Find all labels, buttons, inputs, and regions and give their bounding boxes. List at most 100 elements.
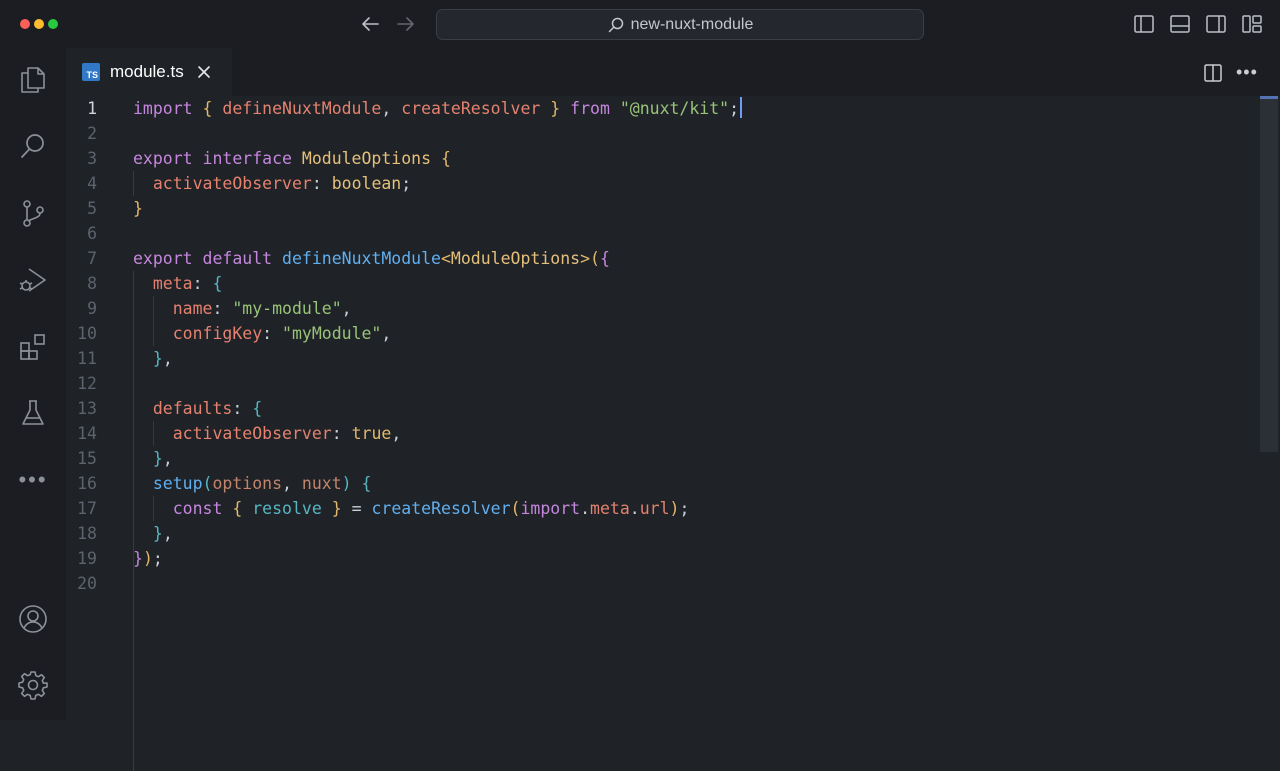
code-token: , [381, 99, 402, 118]
search-icon[interactable] [16, 129, 50, 163]
code-text: } [133, 196, 143, 221]
code-token: . [629, 499, 640, 518]
extensions-icon[interactable] [16, 330, 50, 364]
code-token: : [262, 324, 283, 343]
code-line[interactable]: 17 const { resolve } = createResolver(im… [66, 496, 1256, 521]
code-line[interactable]: 1 import { defineNuxtModule, createResolv… [66, 96, 1256, 121]
line-number: 18 [77, 524, 97, 543]
source-control-icon[interactable] [16, 196, 50, 230]
code-token: activateObserver [172, 424, 332, 443]
code-token: } [331, 499, 342, 518]
code-token: = [351, 499, 372, 518]
more-actions-icon[interactable]: ••• [1236, 62, 1258, 84]
run-debug-icon[interactable] [16, 263, 50, 297]
code-line[interactable]: 13 defaults: { [66, 396, 1256, 421]
accounts-icon[interactable] [16, 602, 50, 636]
code-line[interactable]: 10 configKey: "myModule", [66, 321, 1256, 346]
forward-arrow-icon[interactable] [394, 12, 418, 36]
code-line[interactable]: 6 [66, 221, 1256, 246]
code-token: : [311, 174, 332, 193]
typescript-file-icon: TS [82, 63, 100, 81]
minimize-window-button[interactable] [34, 19, 44, 29]
code-token: "myModule" [282, 324, 382, 343]
code-token: : [331, 424, 352, 443]
text-cursor [740, 97, 743, 118]
code-line[interactable]: 14 activateObserver: true, [66, 421, 1256, 446]
line-number: 3 [87, 149, 97, 168]
line-number: 11 [77, 349, 97, 368]
close-icon[interactable] [196, 64, 212, 80]
code-line[interactable]: 9 name: "my-module", [66, 296, 1256, 321]
code-line[interactable]: 2 [66, 121, 1256, 146]
code-token: default [202, 249, 273, 268]
back-arrow-icon[interactable] [358, 12, 382, 36]
toggle-panel-icon[interactable] [1169, 13, 1191, 35]
code-token: boolean [331, 174, 402, 193]
code-line[interactable]: 7 export default defineNuxtModule<ModuleO… [66, 246, 1256, 271]
code-line[interactable]: 12 [66, 371, 1256, 396]
code-token: { [212, 274, 223, 293]
manage-gear-icon[interactable] [16, 668, 50, 702]
code-editor[interactable]: 1 import { defineNuxtModule, createResolv… [66, 96, 1280, 771]
code-token: ( [202, 474, 213, 493]
close-window-button[interactable] [20, 19, 30, 29]
toggle-primary-sidebar-icon[interactable] [1133, 13, 1155, 35]
code-line[interactable]: 4 activateObserver: boolean; [66, 171, 1256, 196]
line-number: 5 [87, 199, 97, 218]
code-line[interactable]: 20 [66, 571, 1256, 596]
code-line[interactable]: 11 }, [66, 346, 1256, 371]
code-line[interactable]: 15 }, [66, 446, 1256, 471]
code-token: const [172, 499, 223, 518]
line-number: 13 [77, 399, 97, 418]
code-token: , [162, 524, 173, 543]
explorer-icon[interactable] [16, 63, 50, 97]
code-token: } [152, 349, 163, 368]
zoom-window-button[interactable] [48, 19, 58, 29]
code-token: ( [590, 249, 600, 268]
code-text: meta: { [133, 271, 223, 296]
code-text: }, [133, 346, 173, 371]
code-line[interactable]: 19}); [66, 546, 1256, 571]
code-token: } [550, 99, 561, 118]
scroll-position-marker [1260, 96, 1278, 99]
tab-module-ts[interactable]: TS module.ts [66, 48, 232, 96]
code-line[interactable]: 8 meta: { [66, 271, 1256, 296]
split-editor-icon[interactable] [1202, 62, 1224, 84]
code-text: export default defineNuxtModule<ModuleOp… [133, 246, 610, 271]
code-token: } [152, 524, 163, 543]
code-text: configKey: "myModule", [133, 321, 392, 346]
code-token: configKey [172, 324, 263, 343]
code-token: resolve [252, 499, 322, 518]
customize-layout-icon[interactable] [1241, 13, 1263, 35]
testing-icon[interactable] [16, 396, 50, 430]
code-token: interface [202, 149, 292, 168]
code-line[interactable]: 5} [66, 196, 1256, 221]
line-number: 20 [77, 574, 97, 593]
line-number: 6 [87, 224, 97, 243]
code-token: meta [152, 274, 193, 293]
code-token: { [440, 149, 451, 168]
code-line[interactable]: 3 export interface ModuleOptions { [66, 146, 1256, 171]
code-token: defaults [152, 399, 233, 418]
command-center-search[interactable]: new-nuxt-module [436, 9, 924, 40]
more-icon[interactable]: ••• [16, 463, 50, 497]
toggle-secondary-sidebar-icon[interactable] [1205, 13, 1227, 35]
code-line[interactable]: 18 }, [66, 521, 1256, 546]
code-line[interactable]: 16 setup(options, nuxt) { [66, 471, 1256, 496]
vertical-scrollbar[interactable] [1260, 96, 1278, 452]
line-number: 15 [77, 449, 97, 468]
code-token: ) [669, 499, 680, 518]
code-token: "my-module" [232, 299, 342, 318]
